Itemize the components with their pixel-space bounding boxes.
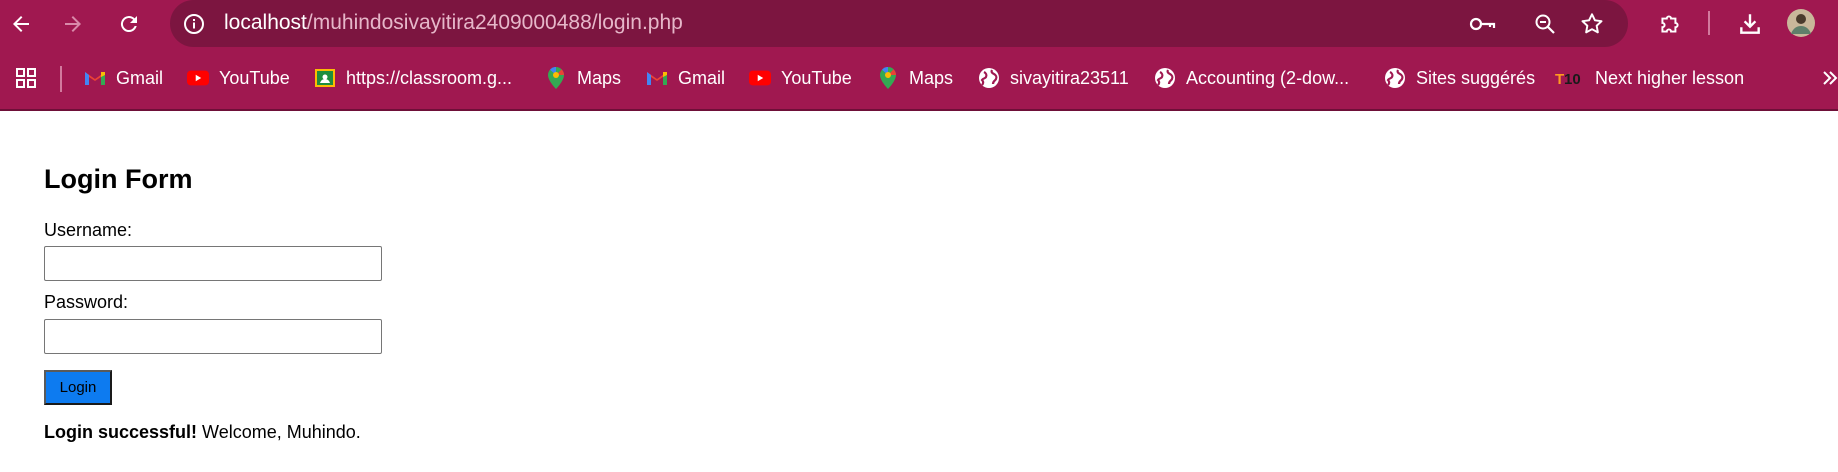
password-label: Password: bbox=[44, 292, 129, 312]
back-button[interactable] bbox=[6, 9, 36, 39]
bookmark-label: YouTube bbox=[219, 67, 290, 88]
url-host: localhost bbox=[224, 11, 307, 34]
t10-icon: T 10 bbox=[1555, 67, 1585, 89]
extensions-button[interactable] bbox=[1655, 9, 1685, 39]
bookmark-label: Next higher lesson bbox=[1595, 67, 1745, 88]
arrow-right-icon bbox=[65, 16, 81, 32]
avatar-icon bbox=[1787, 9, 1815, 37]
star-icon bbox=[1581, 13, 1603, 34]
classroom-icon bbox=[314, 67, 336, 89]
bookmark-accounting[interactable]: Accounting (2-dow... bbox=[1154, 64, 1349, 92]
bookmark-youtube-2[interactable]: YouTube bbox=[749, 64, 852, 92]
bookmark-sites-suggeres[interactable]: Sites suggérés bbox=[1384, 64, 1535, 92]
login-button[interactable]: Login bbox=[44, 370, 112, 405]
bookmark-label: Maps bbox=[909, 67, 954, 88]
maps-icon bbox=[877, 67, 899, 89]
globe-icon bbox=[978, 67, 1000, 89]
bookmark-label: https://classroom.g... bbox=[346, 67, 513, 88]
bookmark-classroom[interactable]: https://classroom.g... bbox=[314, 64, 512, 92]
double-chevron-right-icon bbox=[1823, 71, 1838, 85]
reload-icon bbox=[120, 16, 137, 33]
bookmark-label: Accounting (2-dow... bbox=[1186, 67, 1350, 88]
bookmark-youtube-1[interactable]: YouTube bbox=[187, 64, 290, 92]
apps-button[interactable] bbox=[14, 64, 38, 92]
username-field[interactable] bbox=[44, 246, 382, 281]
zoom-icon bbox=[1535, 14, 1555, 34]
password-key-button[interactable] bbox=[1468, 9, 1498, 39]
url-path: /muhindosivayitira2409000488/login.php bbox=[306, 11, 683, 34]
downloads-button[interactable] bbox=[1735, 9, 1765, 39]
reload-button[interactable] bbox=[114, 9, 144, 39]
puzzle-icon bbox=[1661, 15, 1679, 33]
svg-text:10: 10 bbox=[1564, 71, 1581, 87]
youtube-icon bbox=[749, 67, 771, 89]
globe-icon bbox=[1154, 67, 1176, 89]
zoom-button[interactable] bbox=[1530, 9, 1560, 39]
bookmark-next-higher-lesson[interactable]: T 10 Next higher lesson bbox=[1555, 64, 1744, 92]
toolbar-divider bbox=[1708, 11, 1710, 35]
arrow-left-icon bbox=[13, 16, 29, 32]
bookmark-label: sivayitira23511 bbox=[1010, 67, 1129, 88]
username-label: Username: bbox=[44, 220, 133, 240]
bookmark-label: Gmail bbox=[116, 67, 164, 88]
profile-avatar[interactable] bbox=[1785, 7, 1817, 39]
bookmark-maps-1[interactable]: Maps bbox=[545, 64, 621, 92]
youtube-icon bbox=[187, 67, 209, 89]
status-message-bold: Login successful! bbox=[44, 422, 198, 442]
forward-button[interactable] bbox=[58, 9, 88, 39]
password-field[interactable] bbox=[44, 319, 382, 354]
bookmark-star-button[interactable] bbox=[1577, 9, 1607, 39]
url-text: localhost/muhindosivayitira2409000488/lo… bbox=[224, 9, 683, 37]
bookmark-maps-2[interactable]: Maps bbox=[877, 64, 953, 92]
maps-icon bbox=[545, 67, 567, 89]
key-icon bbox=[1469, 17, 1496, 31]
bookmark-label: Sites suggérés bbox=[1416, 67, 1536, 88]
more-bookmarks-button[interactable] bbox=[1822, 64, 1838, 92]
globe-icon bbox=[1384, 67, 1406, 89]
apps-grid-icon bbox=[16, 68, 36, 88]
bookmark-gmail-1[interactable]: Gmail bbox=[84, 64, 163, 92]
bookmarks-divider bbox=[60, 66, 62, 92]
bookmark-label: Gmail bbox=[678, 67, 726, 88]
bookmark-label: Maps bbox=[577, 67, 622, 88]
status-message: Login successful! Welcome, Muhindo. bbox=[44, 422, 361, 443]
gmail-icon bbox=[646, 67, 668, 89]
info-icon bbox=[184, 14, 204, 34]
bookmark-sivayitira[interactable]: sivayitira23511 bbox=[978, 64, 1129, 92]
chrome-bottom-border bbox=[0, 109, 1838, 111]
download-icon bbox=[1740, 14, 1760, 34]
gmail-icon bbox=[84, 67, 106, 89]
site-info-button[interactable] bbox=[181, 11, 207, 37]
status-message-text: Welcome, Muhindo. bbox=[197, 422, 361, 442]
page-title: Login Form bbox=[44, 164, 193, 194]
bookmark-gmail-2[interactable]: Gmail bbox=[646, 64, 725, 92]
bookmark-label: YouTube bbox=[781, 67, 852, 88]
svg-text:T: T bbox=[1555, 71, 1564, 87]
